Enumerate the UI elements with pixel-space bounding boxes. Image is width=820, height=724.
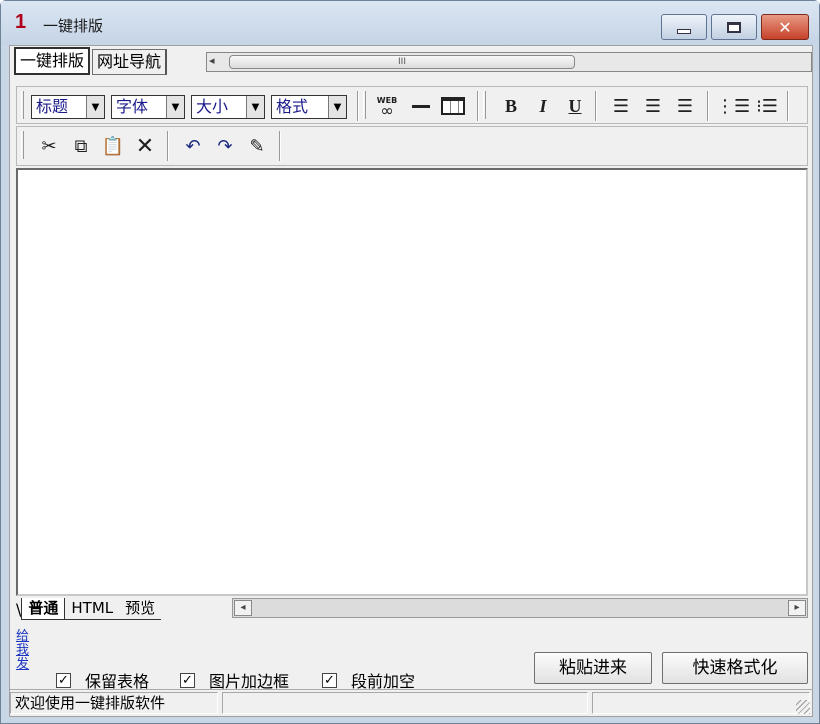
- copy-icon: ⧉: [74, 135, 88, 157]
- heading-select-label: 标题: [36, 97, 69, 116]
- scroll-thumb[interactable]: III: [229, 55, 575, 69]
- status-bar: 欢迎使用一键排版软件: [10, 689, 812, 716]
- numbered-list-icon: ⋮☰: [715, 95, 751, 117]
- toolbar-grip[interactable]: [363, 91, 366, 119]
- align-center-icon: ☰: [644, 95, 662, 117]
- tab-one-click-format[interactable]: 一键排版: [14, 47, 91, 75]
- bold-button[interactable]: B: [497, 93, 525, 119]
- tab-url-navigation[interactable]: 网址导航: [92, 49, 168, 75]
- underline-icon: U: [568, 95, 582, 116]
- numbered-list-button[interactable]: ⋮☰: [715, 93, 751, 119]
- minimize-button[interactable]: [661, 14, 707, 40]
- toolbar-separator: [167, 131, 169, 161]
- paste-in-button[interactable]: 粘贴进来: [534, 652, 652, 684]
- paste-button[interactable]: 📋: [99, 133, 127, 159]
- app-number: 1: [15, 11, 27, 33]
- toolbar-separator: [357, 91, 359, 121]
- scroll-right-icon[interactable]: ▸: [788, 600, 806, 616]
- chevron-down-icon[interactable]: ▼: [246, 96, 264, 118]
- status-pane-3: [592, 692, 810, 714]
- view-tab-strip: \ 普通 HTML 预览: [16, 598, 162, 620]
- toolbar-separator: [707, 91, 709, 121]
- editor-hscrollbar[interactable]: ◂ ▸: [232, 598, 808, 618]
- horizontal-rule-icon: [412, 104, 430, 108]
- undo-icon: ↶: [185, 135, 201, 157]
- edit-note-button[interactable]: ✎: [243, 133, 271, 159]
- top-tab-scrollbar[interactable]: ◂ III: [206, 52, 812, 72]
- italic-button[interactable]: I: [529, 93, 557, 119]
- toolbar-separator: [477, 91, 479, 121]
- heading-select[interactable]: 标题 ▼: [31, 95, 105, 119]
- format-select-label: 格式: [276, 97, 309, 116]
- toolbar-separator: [787, 91, 789, 121]
- resize-grip[interactable]: [796, 700, 810, 714]
- delete-icon: ✕: [135, 133, 155, 159]
- tab-normal[interactable]: 普通: [21, 598, 66, 620]
- window-title: 一键排版: [43, 17, 104, 35]
- paste-icon: 📋: [101, 135, 125, 157]
- redo-icon: ↷: [217, 135, 233, 157]
- cut-button[interactable]: ✂: [35, 133, 63, 159]
- maximize-button[interactable]: [711, 14, 757, 40]
- status-pane-2: [222, 692, 588, 714]
- insert-table-button[interactable]: [439, 93, 467, 119]
- paragraph-indent-checkbox[interactable]: ✓: [322, 672, 337, 688]
- font-select-label: 字体: [116, 97, 149, 116]
- format-select[interactable]: 格式 ▼: [271, 95, 347, 119]
- minimize-icon: [677, 28, 691, 34]
- scroll-left-icon[interactable]: ◂: [209, 54, 215, 67]
- toolbar-separator: [595, 91, 597, 121]
- undo-button[interactable]: ↶: [179, 133, 207, 159]
- image-border-checkbox[interactable]: ✓: [180, 672, 195, 688]
- font-select[interactable]: 字体 ▼: [111, 95, 185, 119]
- align-left-icon: ☰: [612, 95, 630, 117]
- format-toolbar: 标题 ▼ 字体 ▼ 大小 ▼ 格式 ▼ WEB ∞ B I U ☰ ☰ ☰ ⋮☰…: [16, 86, 808, 124]
- bullet-list-button[interactable]: ⁝☰: [753, 93, 781, 119]
- table-icon: [441, 97, 465, 115]
- bold-icon: B: [504, 95, 517, 116]
- horizontal-rule-button[interactable]: [407, 93, 435, 119]
- tab-preview[interactable]: 预览: [119, 598, 162, 620]
- redo-button[interactable]: ↷: [211, 133, 239, 159]
- toolbar-grip[interactable]: [21, 91, 24, 119]
- toolbar-grip[interactable]: [21, 131, 24, 159]
- chevron-down-icon[interactable]: ▼: [86, 96, 104, 118]
- size-select-label: 大小: [196, 97, 229, 116]
- contact-link[interactable]: 给我发: [16, 630, 32, 672]
- align-right-icon: ☰: [676, 95, 694, 117]
- align-right-button[interactable]: ☰: [671, 93, 699, 119]
- app-window: 1 一键排版 ✕ 一键排版 网址导航 ◂ III 标题 ▼ 字体 ▼ 大小 ▼ …: [0, 0, 820, 724]
- underline-button[interactable]: U: [561, 93, 589, 119]
- toolbar-grip[interactable]: [483, 91, 486, 119]
- edit-toolbar: ✂ ⧉ 📋 ✕ ↶ ↷ ✎: [16, 126, 808, 166]
- copy-button[interactable]: ⧉: [67, 133, 95, 159]
- keep-tables-checkbox[interactable]: ✓: [56, 672, 71, 688]
- maximize-icon: [727, 21, 741, 33]
- edit-note-icon: ✎: [249, 135, 265, 157]
- client-area: 一键排版 网址导航 ◂ III 标题 ▼ 字体 ▼ 大小 ▼ 格式 ▼ WEB …: [9, 45, 813, 717]
- italic-icon: I: [539, 95, 547, 116]
- editor-area[interactable]: [16, 168, 808, 596]
- chevron-down-icon[interactable]: ▼: [166, 96, 184, 118]
- insert-link-button[interactable]: WEB ∞: [373, 93, 401, 119]
- scroll-left-icon[interactable]: ◂: [234, 600, 252, 616]
- status-message: 欢迎使用一键排版软件: [10, 692, 218, 714]
- top-tab-strip: 一键排版 网址导航: [14, 47, 168, 77]
- web-link-icon: ∞: [380, 101, 394, 120]
- tab-html[interactable]: HTML: [65, 598, 120, 620]
- chevron-down-icon[interactable]: ▼: [328, 96, 346, 118]
- close-button[interactable]: ✕: [761, 14, 809, 40]
- align-left-button[interactable]: ☰: [607, 93, 635, 119]
- close-icon: ✕: [778, 17, 792, 37]
- title-bar[interactable]: 1 一键排版 ✕: [1, 1, 819, 45]
- bullet-list-icon: ⁝☰: [756, 95, 778, 117]
- quick-format-button[interactable]: 快速格式化: [662, 652, 808, 684]
- size-select[interactable]: 大小 ▼: [191, 95, 265, 119]
- delete-button[interactable]: ✕: [131, 133, 159, 159]
- toolbar-separator: [279, 131, 281, 161]
- cut-icon: ✂: [41, 135, 57, 157]
- align-center-button[interactable]: ☰: [639, 93, 667, 119]
